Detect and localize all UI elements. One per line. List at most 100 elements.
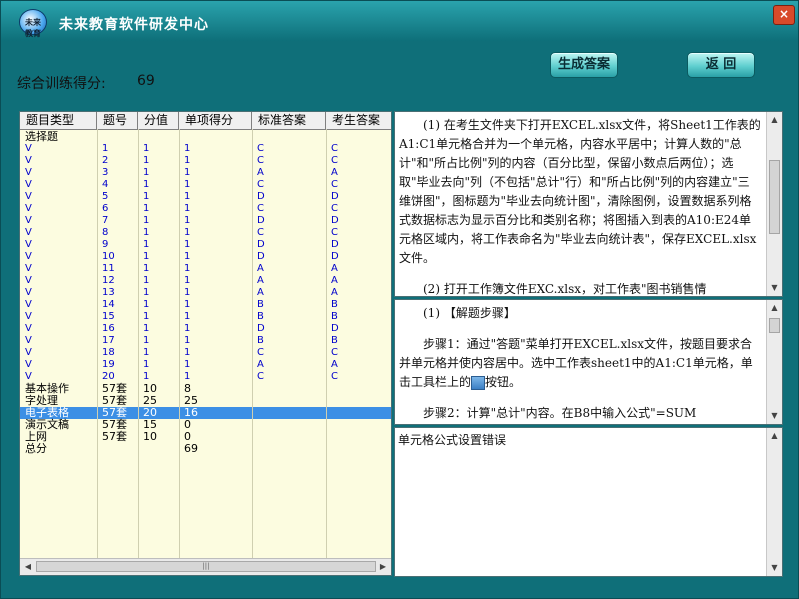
table-row[interactable]: 演示文稿 57套 15 0 xyxy=(20,419,391,431)
table-cell: A xyxy=(331,359,338,370)
table-cell: B xyxy=(331,335,338,346)
scroll-up-icon[interactable]: ▲ xyxy=(767,301,782,315)
table-row[interactable]: V 5 1 1 D D xyxy=(20,191,391,203)
table-row[interactable]: V 18 1 1 C C xyxy=(20,347,391,359)
question-pane[interactable]: (1) 在考生文件夹下打开EXCEL.xlsx文件，将Sheet1工作表的A1:… xyxy=(394,111,783,297)
table-row[interactable]: V 4 1 1 C C xyxy=(20,179,391,191)
table-cell: V xyxy=(25,143,32,154)
table-cell: 1 xyxy=(143,359,150,370)
table-cell: D xyxy=(257,323,265,334)
table-cell: 1 xyxy=(143,203,150,214)
table-row[interactable]: V 3 1 1 A A xyxy=(20,167,391,179)
table-cell: D xyxy=(257,251,265,262)
table-cell: 13 xyxy=(102,287,115,298)
table-cell: 6 xyxy=(102,203,109,214)
table-cell: B xyxy=(331,311,338,322)
table-row[interactable]: 电子表格 57套 20 16 xyxy=(20,407,391,419)
scroll-down-icon[interactable]: ▼ xyxy=(767,409,782,423)
table-cell: A xyxy=(331,287,338,298)
table-row[interactable]: V 16 1 1 D D xyxy=(20,323,391,335)
table-cell: 1 xyxy=(184,287,191,298)
table-row[interactable]: V 15 1 1 B B xyxy=(20,311,391,323)
table-cell: 19 xyxy=(102,359,115,370)
scroll-left-icon[interactable]: ◀ xyxy=(21,560,35,573)
col-header-type[interactable]: 题目类型 xyxy=(20,112,97,129)
table-row[interactable]: V 17 1 1 B B xyxy=(20,335,391,347)
col-header-examinee[interactable]: 考生答案 xyxy=(326,112,391,129)
table-cell: D xyxy=(331,251,339,262)
table-cell: 1 xyxy=(184,251,191,262)
col-header-points[interactable]: 分值 xyxy=(138,112,179,129)
table-row[interactable]: V 8 1 1 C C xyxy=(20,227,391,239)
table-cell: 1 xyxy=(143,263,150,274)
table-row[interactable]: V 1 1 1 C C xyxy=(20,143,391,155)
table-row[interactable]: V 11 1 1 A A xyxy=(20,263,391,275)
solution-text: (1) 【解题步骤】 步骤1：通过"答题"菜单打开EXCEL.xlsx文件，按题… xyxy=(399,306,753,420)
scroll-down-icon[interactable]: ▼ xyxy=(767,561,782,575)
table-row[interactable]: 选择题 xyxy=(20,131,391,143)
table-cell: B xyxy=(257,311,264,322)
table-cell: 1 xyxy=(143,299,150,310)
table-cell: C xyxy=(257,227,264,238)
table-row[interactable]: V 10 1 1 D D xyxy=(20,251,391,263)
scrollbar-thumb[interactable]: ||| xyxy=(36,561,376,572)
result-scrollbar[interactable]: ▲ ▼ xyxy=(766,428,782,576)
scrollbar-thumb[interactable] xyxy=(769,160,780,234)
table-cell: 5 xyxy=(102,191,109,202)
scroll-up-icon[interactable]: ▲ xyxy=(767,429,782,443)
table-cell: C xyxy=(331,371,338,382)
col-header-standard[interactable]: 标准答案 xyxy=(252,112,326,129)
scrollbar-thumb[interactable] xyxy=(769,318,780,333)
scroll-up-icon[interactable]: ▲ xyxy=(767,113,782,127)
table-cell: C xyxy=(257,347,264,358)
table-cell: 1 xyxy=(102,143,109,154)
scroll-down-icon[interactable]: ▼ xyxy=(767,281,782,295)
table-cell: C xyxy=(257,143,264,154)
table-cell: 1 xyxy=(184,179,191,190)
table-row[interactable]: V 13 1 1 A A xyxy=(20,287,391,299)
table-row[interactable]: 上网 57套 10 0 xyxy=(20,431,391,443)
table-cell: 1 xyxy=(184,227,191,238)
solution-pane[interactable]: (1) 【解题步骤】 步骤1：通过"答题"菜单打开EXCEL.xlsx文件，按题… xyxy=(394,299,783,425)
column-divider xyxy=(138,129,139,558)
score-label: 综合训练得分: xyxy=(17,76,106,92)
table-row[interactable]: V 7 1 1 D D xyxy=(20,215,391,227)
table-row[interactable]: V 19 1 1 A A xyxy=(20,359,391,371)
table-cell: 16 xyxy=(102,323,115,334)
table-row[interactable]: 基本操作 57套 10 8 xyxy=(20,383,391,395)
table-cell: V xyxy=(25,311,32,322)
table-cell: V xyxy=(25,227,32,238)
title-bar: 未来教育 未来教育软件研发中心 × xyxy=(1,1,798,41)
table-cell: C xyxy=(331,227,338,238)
table-row[interactable]: 总分 69 xyxy=(20,443,391,455)
generate-answer-button[interactable]: 生成答案 xyxy=(550,52,618,78)
horizontal-scrollbar[interactable]: ◀ ||| ▶ xyxy=(20,558,391,575)
table-row[interactable]: V 12 1 1 A A xyxy=(20,275,391,287)
table-cell: 4 xyxy=(102,179,109,190)
column-divider xyxy=(179,129,180,558)
table-row[interactable]: V 2 1 1 C C xyxy=(20,155,391,167)
question-text: (1) 在考生文件夹下打开EXCEL.xlsx文件，将Sheet1工作表的A1:… xyxy=(399,118,761,296)
table-row[interactable]: V 20 1 1 C C xyxy=(20,371,391,383)
table-cell: V xyxy=(25,155,32,166)
table-cell: C xyxy=(257,155,264,166)
table-cell: A xyxy=(331,167,338,178)
table-cell: 1 xyxy=(184,359,191,370)
close-button[interactable]: × xyxy=(773,5,795,25)
back-button[interactable]: 返 回 xyxy=(687,52,755,78)
solution-scrollbar[interactable]: ▲ ▼ xyxy=(766,300,782,424)
table-cell: 1 xyxy=(143,179,150,190)
table-row[interactable]: V 6 1 1 C C xyxy=(20,203,391,215)
question-scrollbar[interactable]: ▲ ▼ xyxy=(766,112,782,296)
result-pane[interactable]: 单元格公式设置错误 ▲ ▼ xyxy=(394,427,783,577)
scroll-right-icon[interactable]: ▶ xyxy=(376,560,390,573)
col-header-score[interactable]: 单项得分 xyxy=(179,112,252,129)
table-cell: D xyxy=(257,191,265,202)
table-cell: V xyxy=(25,191,32,202)
table-cell: 11 xyxy=(102,263,115,274)
table-row[interactable]: V 9 1 1 D D xyxy=(20,239,391,251)
table-row[interactable]: 字处理 57套 25 25 xyxy=(20,395,391,407)
col-header-number[interactable]: 题号 xyxy=(97,112,138,129)
table-row[interactable]: V 14 1 1 B B xyxy=(20,299,391,311)
table-cell: 10 xyxy=(102,251,115,262)
